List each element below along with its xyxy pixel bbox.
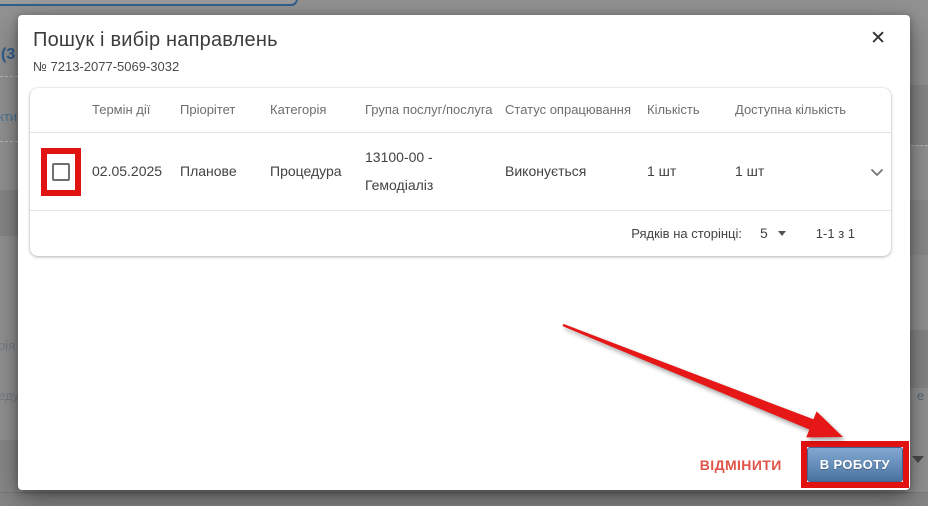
- rows-per-page-select[interactable]: 5: [760, 225, 786, 241]
- submit-to-work-button[interactable]: В РОБОТУ: [807, 447, 903, 482]
- column-header-available: Доступна кількість: [735, 97, 862, 122]
- background-band: [910, 200, 928, 255]
- column-header-term: Термін дії: [92, 97, 180, 122]
- cell-service-group: 13100-00 - Гемодіаліз: [365, 144, 505, 199]
- cell-available: 1 шт: [735, 158, 862, 185]
- table-header-row: Термін дії Пріорітет Категорія Група пос…: [30, 88, 891, 133]
- rows-per-page-label: Рядків на сторінці:: [631, 226, 742, 241]
- row-checkbox[interactable]: [52, 163, 70, 181]
- referrals-table-card: Термін дії Пріорітет Категорія Група пос…: [30, 88, 891, 256]
- dialog-footer: ВІДМІНИТИ В РОБОТУ: [696, 441, 909, 488]
- table-pagination: Рядків на сторінці: 5 1-1 з 1: [30, 211, 891, 255]
- background-text-fragment: (3: [1, 46, 15, 64]
- background-dropdown-caret-icon: [912, 456, 924, 463]
- chevron-down-icon[interactable]: [863, 158, 891, 186]
- column-header-priority: Пріорітет: [180, 97, 270, 122]
- background-dashed-line: [911, 145, 928, 146]
- background-band: [0, 492, 928, 506]
- cell-term: 02.05.2025: [92, 158, 180, 185]
- column-header-category: Категорія: [270, 97, 365, 122]
- column-header-service-group: Група послуг/послуга: [365, 97, 505, 122]
- column-header-status: Статус опрацювання: [505, 97, 647, 122]
- referral-selection-dialog: Пошук і вибір направлень № 7213-2077-506…: [18, 15, 910, 490]
- dialog-header: Пошук і вибір направлень № 7213-2077-506…: [18, 15, 910, 74]
- caret-down-icon: [778, 231, 786, 236]
- close-icon[interactable]: ✕: [866, 25, 890, 52]
- cell-status: Виконується: [505, 158, 647, 185]
- cell-quantity: 1 шт: [647, 158, 735, 185]
- background-band: [910, 85, 928, 145]
- background-dashed-line: [0, 141, 18, 142]
- background-text-fragment: е: [917, 388, 924, 403]
- column-header-quantity: Кількість: [647, 97, 735, 122]
- background-highlighted-field: [0, 0, 298, 6]
- background-band: [910, 330, 928, 388]
- cancel-button[interactable]: ВІДМІНИТИ: [696, 451, 786, 479]
- background-dashed-line: [0, 76, 18, 77]
- background-text-fragment: кти: [0, 109, 17, 124]
- referral-number: № 7213-2077-5069-3032: [33, 59, 894, 74]
- annotation-submit-highlight: В РОБОТУ: [801, 441, 909, 488]
- annotation-checkbox-highlight: [41, 148, 81, 196]
- rows-per-page-value: 5: [760, 225, 768, 241]
- table-row: 02.05.2025 Планове Процедура 13100-00 - …: [30, 133, 891, 211]
- background-band: [0, 190, 18, 236]
- cell-priority: Планове: [180, 158, 270, 185]
- cell-category: Процедура: [270, 158, 365, 185]
- background-text-fragment: еду: [0, 388, 19, 403]
- pagination-range: 1-1 з 1: [816, 226, 855, 241]
- checkbox-cell: [30, 148, 92, 196]
- background-text-fragment: рія: [0, 338, 15, 353]
- dialog-title: Пошук і вибір направлень: [33, 29, 894, 52]
